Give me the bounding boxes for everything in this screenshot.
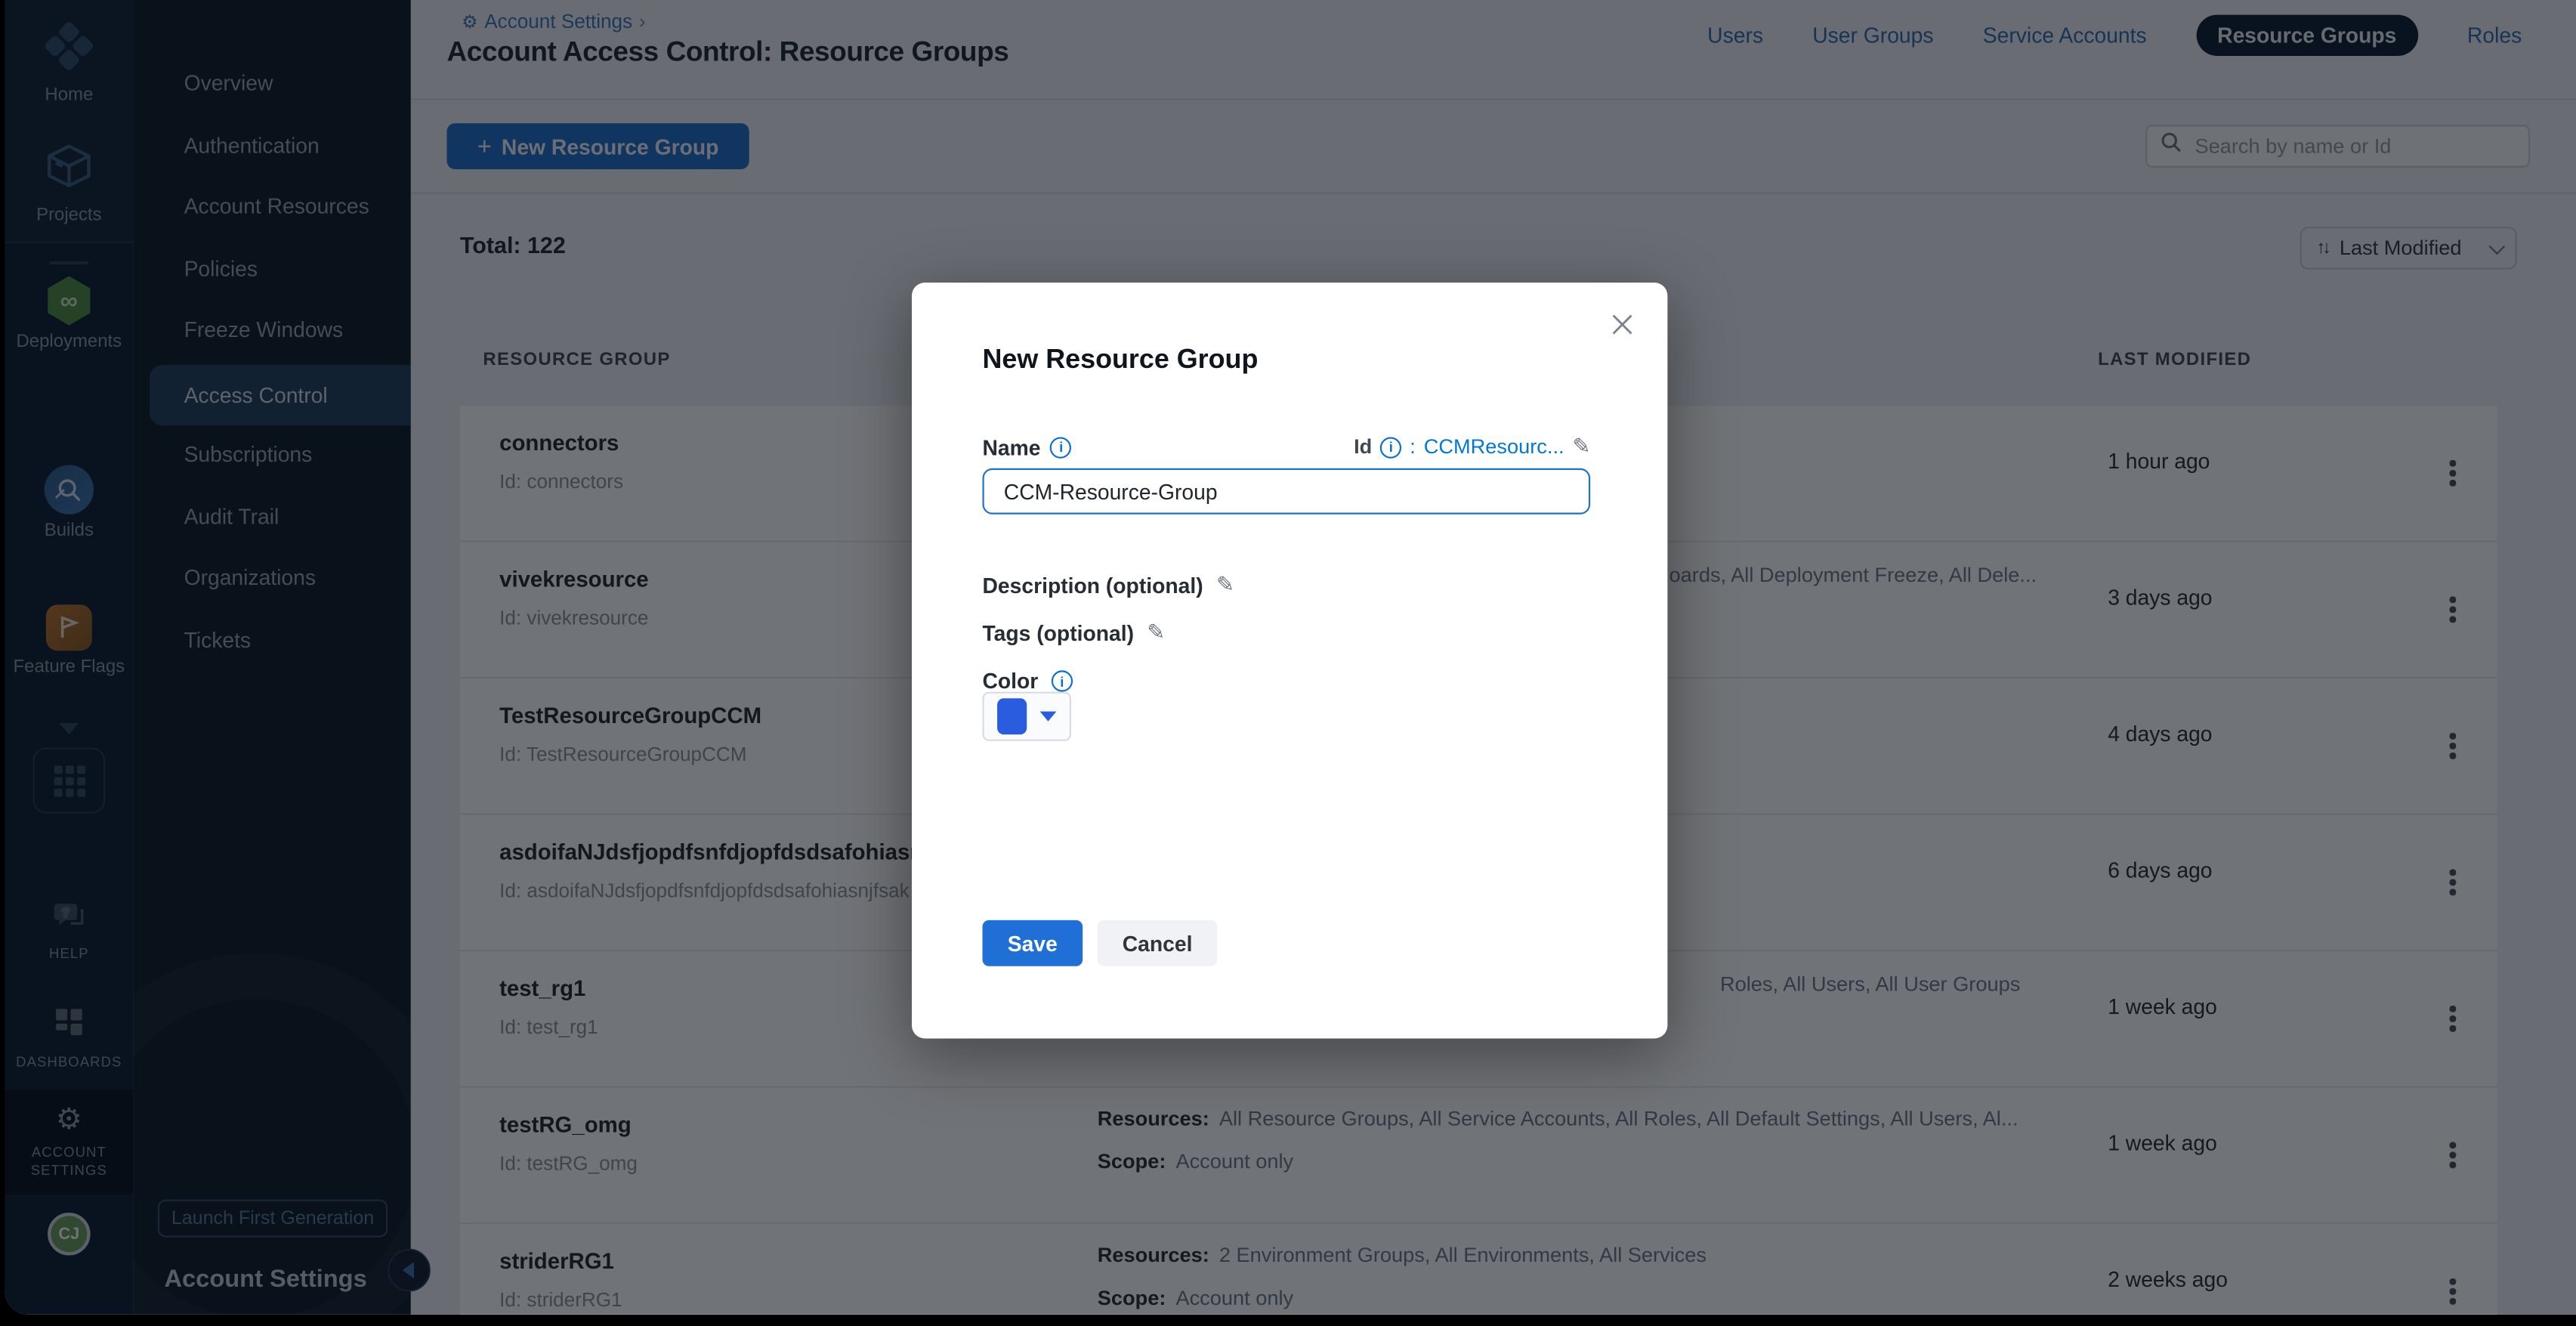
info-icon[interactable]: i: [1380, 436, 1401, 457]
edit-pencil-icon[interactable]: ✎: [1147, 620, 1165, 646]
info-icon[interactable]: i: [1051, 436, 1072, 457]
color-picker-button[interactable]: [983, 692, 1071, 741]
color-field-label: Color i: [983, 669, 1073, 694]
info-icon[interactable]: i: [1052, 670, 1073, 691]
edit-pencil-icon[interactable]: ✎: [1216, 572, 1234, 598]
id-separator: :: [1410, 435, 1416, 458]
screen: Home Projects ∞ Deployments Builds Featu…: [0, 0, 2576, 1326]
save-button[interactable]: Save: [983, 920, 1083, 966]
description-label: Description (optional): [983, 573, 1203, 598]
name-input[interactable]: [983, 468, 1591, 515]
id-label: Id: [1354, 435, 1372, 458]
caret-down-icon: [1040, 712, 1057, 722]
description-field-toggle[interactable]: Description (optional) ✎: [983, 572, 1234, 598]
modal-title: New Resource Group: [983, 345, 1259, 376]
new-resource-group-modal: New Resource Group Name i Id i : CCMReso…: [912, 283, 1667, 1038]
color-label: Color: [983, 669, 1039, 694]
close-icon[interactable]: [1610, 312, 1635, 345]
cancel-button[interactable]: Cancel: [1098, 920, 1218, 966]
name-label-text: Name: [983, 434, 1041, 459]
color-swatch: [997, 698, 1027, 734]
tags-label: Tags (optional): [983, 620, 1135, 645]
edit-pencil-icon[interactable]: ✎: [1572, 434, 1590, 460]
id-value-link[interactable]: CCMResourc...: [1424, 435, 1564, 458]
name-id-row: Name i Id i : CCMResourc... ✎: [983, 434, 1591, 460]
tags-field-toggle[interactable]: Tags (optional) ✎: [983, 620, 1166, 646]
app-window: Home Projects ∞ Deployments Builds Featu…: [5, 0, 2576, 1315]
name-label: Name i: [983, 434, 1072, 459]
id-display: Id i : CCMResourc... ✎: [1354, 434, 1590, 460]
